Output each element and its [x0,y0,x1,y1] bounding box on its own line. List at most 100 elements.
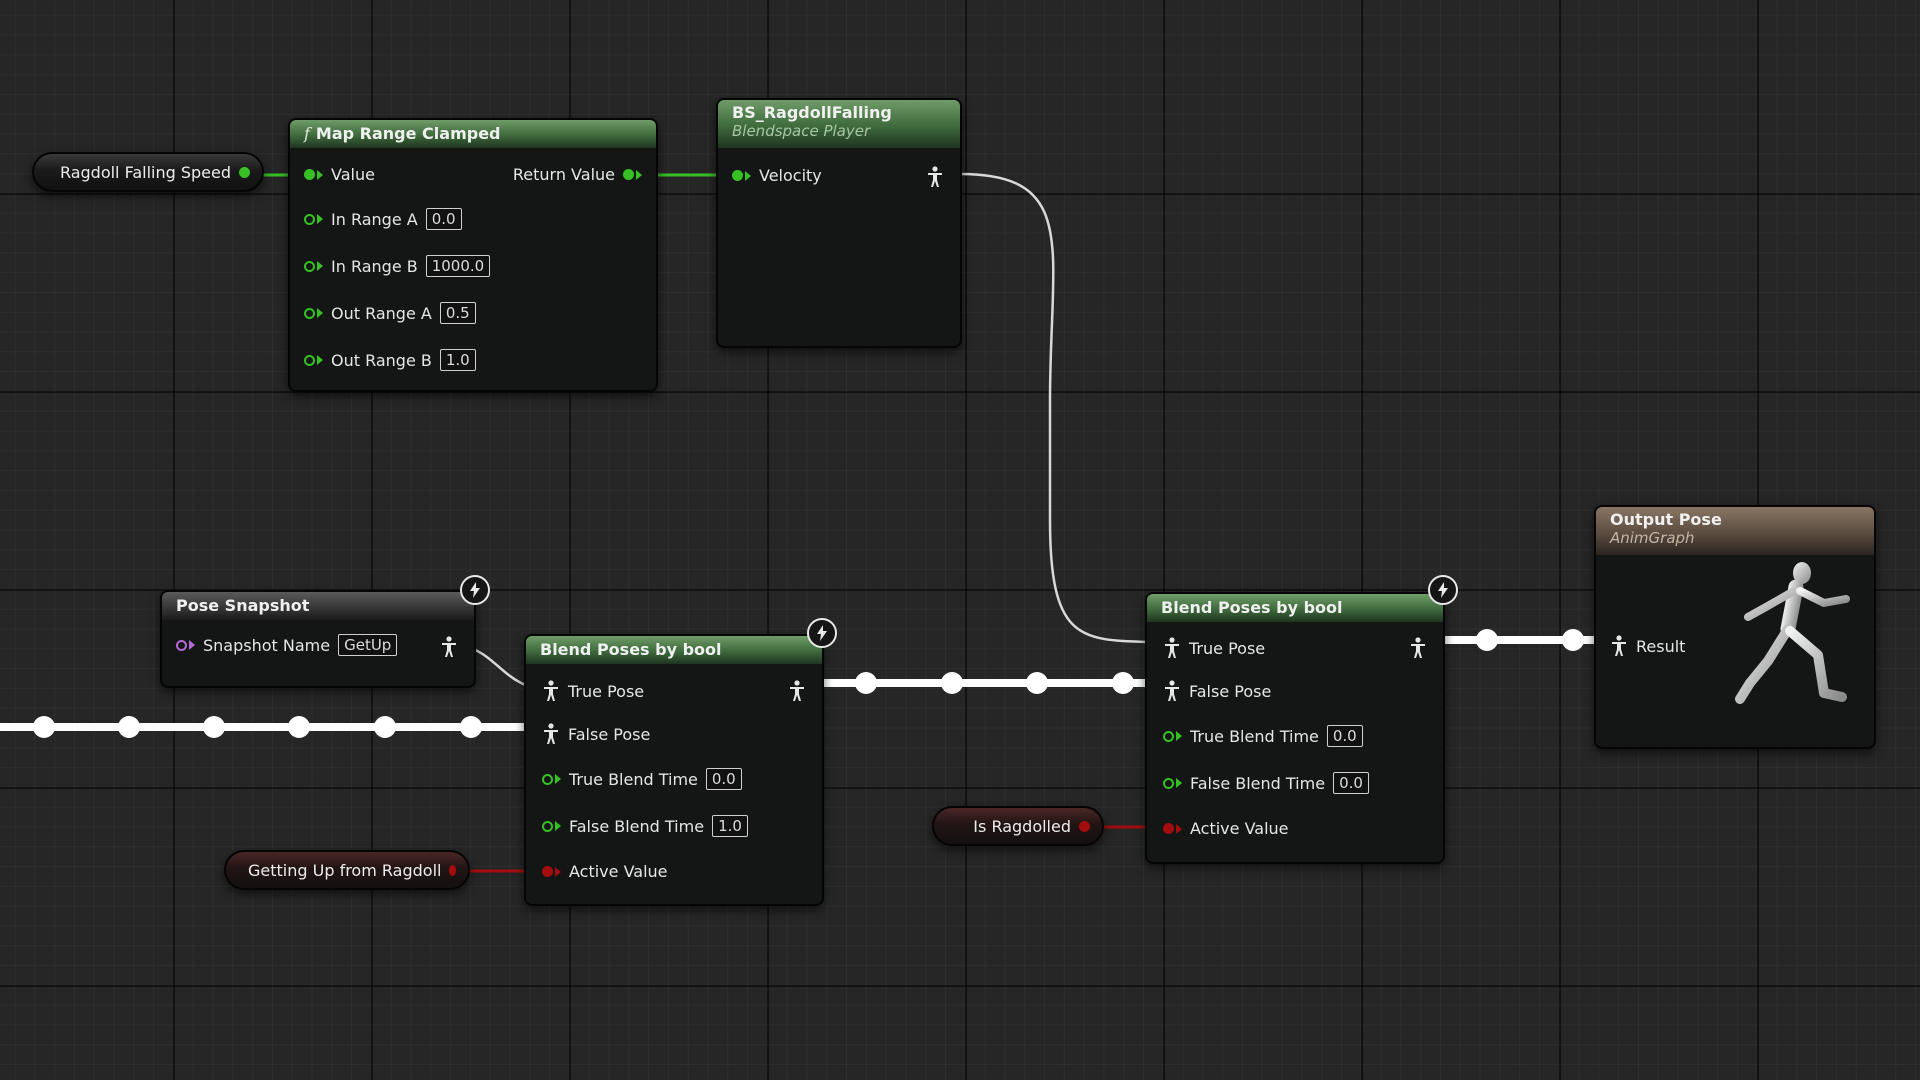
true-blend-time-field[interactable]: 0.0 [705,768,742,790]
in-range-a-field[interactable]: 0.0 [425,208,462,230]
false-pose-pin[interactable]: False Pose [1163,680,1271,702]
pin-label: Value [331,165,375,184]
pin-label: Out Range A [331,303,432,323]
pose-output-icon[interactable] [440,636,458,658]
pin-arrow-icon [189,640,195,650]
name-input-pin[interactable] [176,639,187,651]
float-input-pin[interactable] [1163,730,1174,742]
out-range-b-field[interactable]: 1.0 [439,349,476,371]
pose-output-icon[interactable] [1409,637,1427,659]
fast-path-bolt-icon [807,618,837,648]
false-blend-time-field[interactable]: 0.0 [1333,772,1369,794]
pin-arrow-icon [1176,778,1182,788]
float-input-pin[interactable] [732,170,743,181]
result-pin[interactable]: Result [1610,635,1685,657]
pose-output-icon[interactable] [788,680,806,702]
node-subtitle: Blendspace Player [732,122,871,140]
pin-arrow-icon [555,866,561,877]
pose-input-icon[interactable] [1610,635,1628,657]
false-blend-time-pin[interactable]: False Blend Time 1.0 [542,815,748,837]
bool-output-pin[interactable] [449,864,456,876]
out-range-b-pin[interactable]: Out Range B 1.0 [304,349,476,371]
blend-poses-by-bool-left-node[interactable]: Blend Poses by bool True Pose False Pose… [524,634,824,906]
pin-label: Out Range B [331,350,432,370]
pose-output-icon[interactable] [926,166,944,188]
float-input-pin[interactable] [304,307,315,319]
blendspace-player-node[interactable]: BS_RagdollFalling Blendspace Player Velo… [716,98,962,348]
in-range-b-field[interactable]: 1000.0 [425,255,491,277]
pose-input-icon[interactable] [542,680,560,702]
pin-label: True Pose [568,681,645,701]
in-range-a-pin[interactable]: In Range A 0.0 [304,208,462,230]
false-blend-time-field[interactable]: 1.0 [712,815,748,837]
false-blend-time-pin[interactable]: False Blend Time 0.0 [1163,772,1369,794]
pose-input-icon[interactable] [542,723,560,745]
bool-output-pin[interactable] [1079,820,1090,832]
pin-arrow-icon [555,821,561,831]
pin-label: False Pose [568,724,651,744]
pin-label: Active Value [569,862,668,881]
node-subtitle: AnimGraph [1610,529,1695,547]
pin-label: False Blend Time [1190,773,1326,793]
snapshot-name-field[interactable]: GetUp [338,634,398,656]
value-pin[interactable]: Value [304,165,375,184]
float-input-pin[interactable] [304,354,315,366]
pin-arrow-icon [1176,731,1182,741]
node-title: Blend Poses by bool [1161,598,1343,617]
fast-path-bolt-icon [1428,575,1458,605]
true-blend-time-pin[interactable]: True Blend Time 0.0 [1163,725,1363,747]
true-blend-time-pin[interactable]: True Blend Time 0.0 [542,768,742,790]
out-range-a-pin[interactable]: Out Range A 0.5 [304,302,476,324]
getting-up-from-ragdoll-variable[interactable]: Getting Up from Ragdoll [224,850,470,890]
bool-input-pin[interactable] [542,866,553,877]
pin-label: True Blend Time [1190,726,1319,746]
active-value-pin[interactable]: Active Value [542,862,668,881]
wire-flow-bead [288,716,310,738]
in-range-b-pin[interactable]: In Range B 1000.0 [304,255,491,277]
snapshot-name-pin[interactable]: Snapshot Name GetUp [176,634,398,656]
velocity-pin[interactable]: Velocity [732,166,822,185]
float-input-pin[interactable] [304,169,315,180]
node-title: BS_RagdollFalling [732,103,892,122]
variable-label: Getting Up from Ragdoll [248,860,442,880]
pin-arrow-icon [317,261,323,271]
true-pose-pin[interactable]: True Pose [1163,637,1265,659]
active-value-pin[interactable]: Active Value [1163,819,1289,838]
wire-blendspace-to-true-pose[interactable] [959,172,1149,644]
float-input-pin[interactable] [304,213,315,225]
true-blend-time-field[interactable]: 0.0 [1326,725,1363,747]
float-input-pin[interactable] [542,773,553,785]
wire-flow-bead [374,716,396,738]
false-pose-pin[interactable]: False Pose [542,723,650,745]
pin-label: False Pose [1189,681,1272,701]
node-title: Pose Snapshot [176,596,310,615]
float-output-pin[interactable] [623,169,634,180]
ragdoll-falling-speed-variable[interactable]: Ragdoll Falling Speed [32,152,264,192]
node-title: Map Range Clamped [315,124,501,143]
pose-input-icon[interactable] [1163,637,1181,659]
wire-flow-bead [203,716,225,738]
wire-flow-bead [1476,629,1498,651]
wire-flow-bead [460,716,482,738]
return-value-pin[interactable]: Return Value [513,165,642,184]
float-input-pin[interactable] [304,260,315,272]
float-input-pin[interactable] [1163,777,1174,789]
pin-label: True Blend Time [569,769,698,789]
node-title: Output Pose [1610,510,1722,529]
blend-poses-by-bool-right-node[interactable]: Blend Poses by bool True Pose False Pose… [1145,592,1445,864]
true-pose-pin[interactable]: True Pose [542,680,644,702]
bool-input-pin[interactable] [1163,823,1174,834]
output-pose-node[interactable]: Output Pose AnimGraph Result [1594,505,1876,749]
function-icon: f [304,124,310,143]
variable-label: Ragdoll Falling Speed [59,162,231,182]
is-ragdolled-variable[interactable]: Is Ragdolled [932,806,1104,846]
float-input-pin[interactable] [542,820,553,832]
node-header: f Map Range Clamped [290,120,656,148]
out-range-a-field[interactable]: 0.5 [439,302,476,324]
pose-snapshot-node[interactable]: Pose Snapshot Snapshot Name GetUp [160,590,476,688]
pin-label: Velocity [759,166,822,185]
pin-arrow-icon [636,169,642,180]
map-range-clamped-node[interactable]: f Map Range Clamped Value Return Value In… [288,118,658,392]
float-output-pin[interactable] [239,166,250,178]
pose-input-icon[interactable] [1163,680,1181,702]
